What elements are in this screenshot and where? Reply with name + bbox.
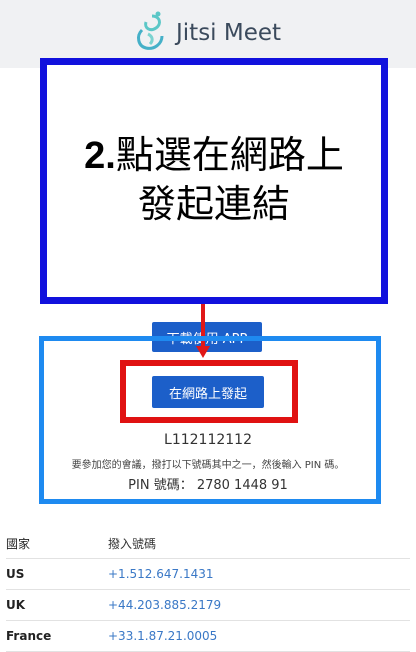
- step-line-2: 發起連結: [137, 182, 290, 226]
- table-row: France +33.1.87.21.0005: [6, 621, 410, 652]
- pin-value: 2780 1448 91: [196, 478, 288, 493]
- app-name: Jitsi Meet: [176, 20, 282, 46]
- step-line-1: 點選在網路上: [115, 133, 344, 177]
- pin-label: PIN 號碼：: [128, 478, 193, 493]
- country-cell: France: [6, 629, 52, 643]
- step-number: 2.: [84, 135, 116, 177]
- jitsi-logo-icon: [137, 11, 164, 50]
- column-header-country: 國家: [6, 536, 31, 551]
- logo: Jitsi Meet: [134, 8, 281, 58]
- pin-line: PIN 號碼： 2780 1448 91: [0, 474, 416, 493]
- phone-number-link[interactable]: +1.512.647.1431: [108, 567, 213, 581]
- table-header: 國家 撥入號碼: [6, 528, 410, 559]
- start-on-web-button[interactable]: 在網路上發起: [152, 376, 264, 408]
- table-row: UK +44.203.885.2179: [6, 590, 410, 621]
- country-cell: US: [6, 567, 25, 581]
- table-row: US +1.512.647.1431: [6, 559, 410, 590]
- dial-instructions: 要參加您的會議，撥打以下號碼其中之一，然後輸入 PIN 碼。: [71, 460, 345, 471]
- column-header-number: 撥入號碼: [108, 536, 157, 551]
- room-id: L112112112: [164, 432, 252, 448]
- phone-number-link[interactable]: +44.203.885.2179: [108, 598, 221, 612]
- step-annotation-text: 2.點選在網路上 發起連結: [47, 131, 381, 228]
- country-cell: UK: [6, 598, 26, 612]
- step-annotation-box: 2.點選在網路上 發起連結: [40, 58, 388, 304]
- phone-number-link[interactable]: +33.1.87.21.0005: [108, 629, 217, 643]
- dial-in-table: 國家 撥入號碼 US +1.512.647.1431 UK +44.203.88…: [6, 528, 410, 652]
